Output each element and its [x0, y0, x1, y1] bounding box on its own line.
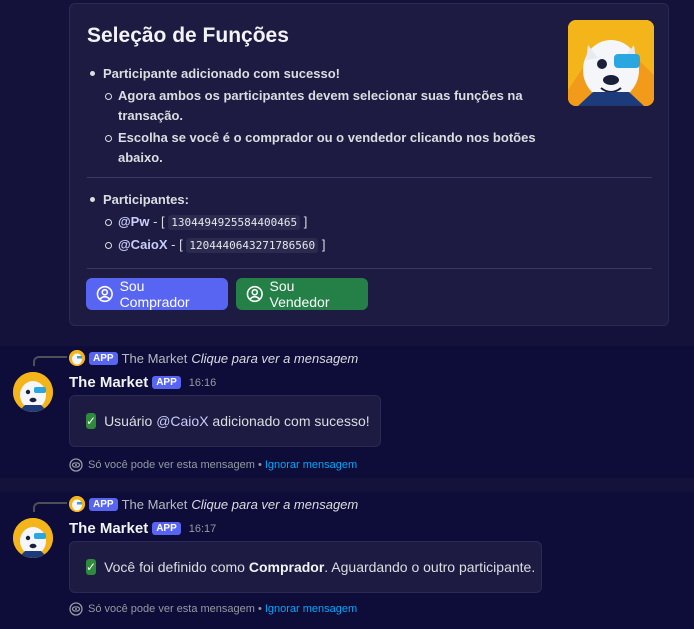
embed-divider-1 — [87, 177, 652, 178]
seller-button[interactable]: Sou Vendedor — [236, 278, 368, 310]
user-circle-icon — [246, 285, 263, 303]
dismiss-message-link[interactable]: Ignorar mensagem — [265, 603, 357, 615]
bracket-close: ] — [303, 214, 308, 229]
seller-button-label: Sou Vendedor — [269, 278, 330, 310]
buyer-button-label: Sou Comprador — [119, 278, 190, 310]
bullet-success: Participante adicionado com sucesso! — [90, 64, 340, 84]
reply-preview[interactable]: APP The Market Clique para ver a mensage… — [69, 496, 358, 512]
instruction-1-line1: Agora ambos os participantes devem selec… — [118, 88, 523, 103]
bullet-instruction-1: Agora ambos os participantes devem selec… — [105, 86, 538, 126]
author-row: The Market APP 16:17 — [69, 520, 216, 537]
author-name[interactable]: The Market — [69, 520, 148, 537]
participants-label: Participantes: — [90, 190, 189, 210]
participant-2-mention[interactable]: @CaioX — [118, 237, 168, 252]
user-circle-icon — [96, 285, 113, 303]
role-bold: Comprador — [248, 559, 325, 575]
reply-text: Clique para ver a mensagem — [191, 496, 359, 512]
participant-row-1: @Pw - [ 1304494925584400465 ] — [104, 212, 308, 233]
ephemeral-text: Só você pode ver esta mensagem • — [88, 459, 262, 471]
dash-open: - [ — [153, 214, 165, 229]
reply-text: Clique para ver a mensagem — [191, 350, 359, 366]
message-2: APP The Market Clique para ver a mensage… — [0, 492, 694, 629]
check-icon: ✓ — [86, 413, 97, 429]
status-embed: ✓ Usuário @CaioX adicionado com sucesso! — [69, 395, 381, 447]
eye-icon — [69, 602, 83, 616]
app-tag: APP — [152, 376, 181, 389]
mini-avatar — [69, 350, 85, 366]
embed-title: Seleção de Funções — [87, 24, 289, 47]
avatar[interactable] — [13, 518, 53, 558]
dash-open: - [ — [171, 237, 183, 252]
participant-1-mention[interactable]: @Pw — [118, 214, 149, 229]
reply-connector — [33, 356, 67, 366]
message-1: APP The Market Clique para ver a mensage… — [0, 346, 694, 478]
embed-divider-2 — [87, 268, 652, 269]
mini-avatar — [69, 496, 85, 512]
ephemeral-notice: Só você pode ver esta mensagem • Ignorar… — [69, 602, 357, 616]
reply-connector — [33, 502, 67, 512]
ephemeral-text: Só você pode ver esta mensagem • — [88, 603, 262, 615]
buyer-button[interactable]: Sou Comprador — [86, 278, 228, 310]
status-text-post: adicionado com sucesso! — [208, 413, 370, 429]
instruction-2-line1: Escolha se você é o comprador ou o vende… — [118, 130, 536, 145]
participant-2-id: 1204440643271786560 — [186, 238, 319, 253]
instruction-2-line2: abaixo. — [118, 150, 163, 165]
author-name[interactable]: The Market — [69, 374, 148, 391]
reply-preview[interactable]: APP The Market Clique para ver a mensage… — [69, 350, 358, 366]
status-text-pre: Usuário — [104, 413, 157, 429]
mascot-thumbnail — [568, 20, 654, 106]
check-icon: ✓ — [86, 559, 97, 575]
reply-author: The Market — [121, 350, 188, 366]
bracket-close: ] — [321, 237, 326, 252]
reply-author: The Market — [121, 496, 188, 512]
status-mention[interactable]: @CaioX — [156, 413, 208, 429]
instruction-1-line2: transação. — [118, 108, 184, 123]
timestamp[interactable]: 16:16 — [189, 377, 217, 389]
bullet-instruction-2: Escolha se você é o comprador ou o vende… — [105, 128, 538, 168]
roles-embed: Seleção de Funções Participante adiciona… — [69, 3, 669, 326]
app-tag: APP — [89, 497, 118, 511]
ephemeral-notice: Só você pode ver esta mensagem • Ignorar… — [69, 458, 357, 472]
dismiss-message-link[interactable]: Ignorar mensagem — [265, 459, 357, 471]
avatar[interactable] — [13, 372, 53, 412]
status-text-post: . Aguardando o outro participante. — [324, 559, 536, 575]
app-tag: APP — [89, 351, 118, 365]
status-embed: ✓ Você foi definido como Comprador . Agu… — [69, 541, 542, 593]
status-text-pre: Você foi definido como — [104, 559, 249, 575]
embed-message: Seleção de Funções Participante adiciona… — [0, 0, 694, 330]
eye-icon — [69, 458, 83, 472]
timestamp[interactable]: 16:17 — [189, 523, 217, 535]
participant-1-id: 1304494925584400465 — [168, 215, 301, 230]
participant-row-2: @CaioX - [ 1204440643271786560 ] — [104, 235, 326, 256]
app-tag: APP — [152, 522, 181, 535]
author-row: The Market APP 16:16 — [69, 374, 216, 391]
